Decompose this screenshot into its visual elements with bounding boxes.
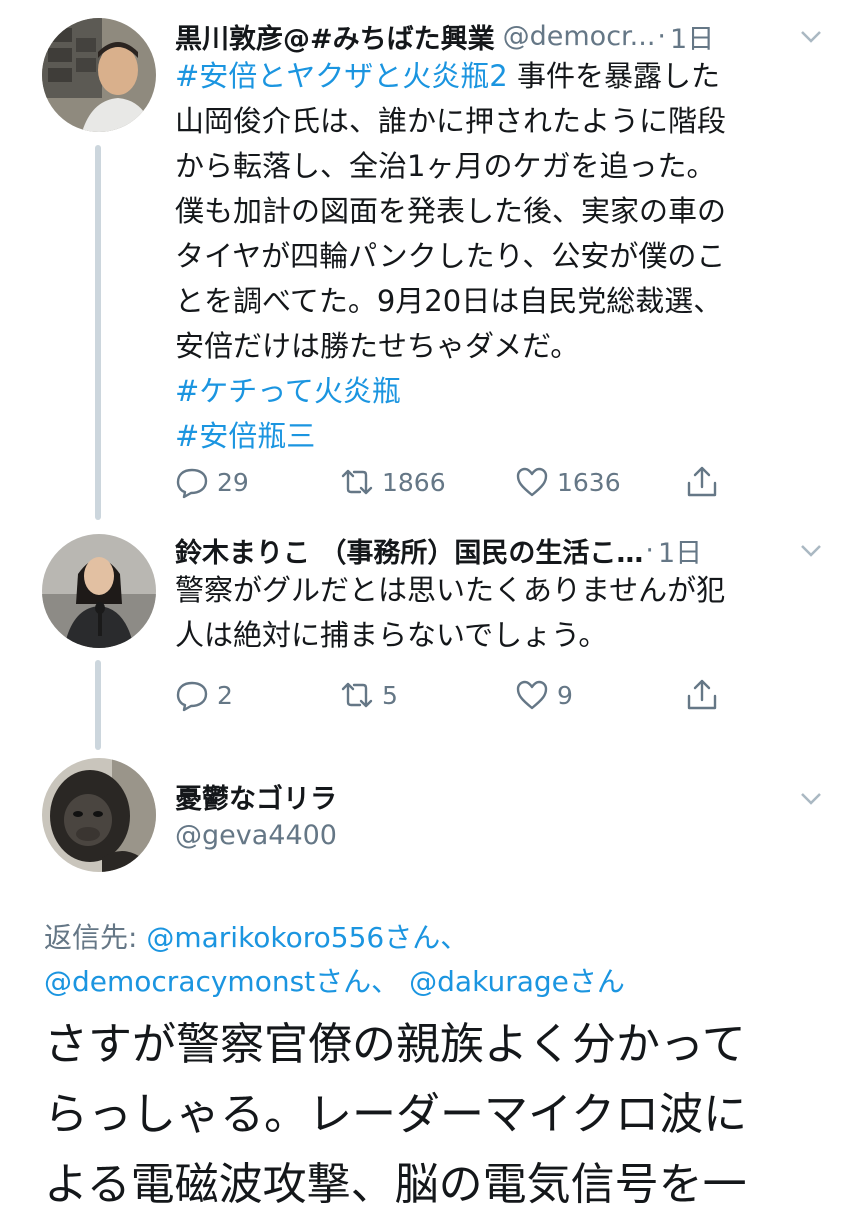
- text-line: から転落し、全治1ヶ月のケガを追った。: [175, 149, 716, 183]
- thread-line: [95, 145, 101, 520]
- text-segment: 事件を暴露した: [507, 59, 720, 93]
- hashtag-link[interactable]: #ケチって火炎瓶: [175, 374, 401, 408]
- main-tweet-text: さすが警察官僚の親族よく分かって らっしゃる。レーダーマイクロ波に よる電磁波攻…: [44, 1010, 747, 1220]
- reply-count: 29: [217, 467, 249, 497]
- reply-to-user-link[interactable]: @marikokoro556さん、: [146, 921, 468, 954]
- text-line: とを調べてた。9月20日は自民党総裁選、: [175, 284, 723, 318]
- separator-dot: ·: [645, 534, 654, 566]
- chevron-down-icon[interactable]: [800, 544, 822, 558]
- display-name[interactable]: 憂鬱なゴリラ: [175, 777, 337, 816]
- retweet-count: 1866: [382, 467, 446, 497]
- like-count: 9: [557, 680, 573, 710]
- display-name[interactable]: 鈴木まりこ （事務所）国民の生活こ…: [175, 531, 643, 570]
- text-line: 警察がグルだとは思いたくありませんが犯: [175, 573, 726, 607]
- text-line: 僕も加計の図面を発表した後、実家の車の: [175, 194, 727, 228]
- avatar[interactable]: [42, 534, 156, 648]
- user-handle-row: @geva4400: [175, 815, 832, 855]
- like-icon: [516, 467, 548, 497]
- user-name-row: 憂鬱なゴリラ: [175, 776, 832, 816]
- retweet-count: 5: [382, 680, 398, 710]
- avatar-photo: [42, 18, 156, 132]
- tweet-text: #安倍とヤクザと火炎瓶2 事件を暴露した 山岡俊介氏は、誰かに押されたように階段…: [175, 54, 822, 459]
- reply-button[interactable]: 2: [175, 678, 233, 712]
- thread-line: [95, 660, 101, 750]
- text-line: らっしゃる。レーダーマイクロ波に: [44, 1089, 748, 1140]
- avatar[interactable]: [42, 758, 156, 872]
- tweet-header: 鈴木まりこ （事務所）国民の生活こ… · 1日: [175, 530, 832, 570]
- tweet-header: 黒川敦彦@#みちばた興業 @democr... · 1日: [175, 16, 832, 56]
- timestamp[interactable]: 1日: [658, 531, 702, 570]
- chevron-down-icon[interactable]: [800, 792, 822, 806]
- tweet-text: 警察がグルだとは思いたくありませんが犯 人は絶対に捕まらないでしょう。: [175, 568, 822, 658]
- reply-icon: [176, 468, 208, 499]
- user-handle[interactable]: @geva4400: [175, 820, 337, 851]
- like-icon: [516, 680, 548, 710]
- share-icon: [687, 679, 717, 710]
- reply-to-user-link[interactable]: @dakurageさん: [409, 965, 625, 998]
- hashtag-link[interactable]: #安倍とヤクザと火炎瓶2: [175, 59, 508, 93]
- reply-count: 2: [217, 680, 233, 710]
- reply-icon: [176, 681, 208, 712]
- tweet-actions: 2 5 9: [175, 678, 735, 718]
- like-button[interactable]: 1636: [515, 465, 621, 499]
- hashtag-link[interactable]: #安倍瓶三: [175, 419, 315, 453]
- retweet-icon: [341, 469, 373, 495]
- retweet-button[interactable]: 1866: [340, 465, 446, 499]
- retweet-icon: [341, 682, 373, 708]
- chevron-down-icon[interactable]: [800, 30, 822, 44]
- share-button[interactable]: [685, 678, 727, 712]
- text-line: 人は絶対に捕まらないでしょう。: [175, 618, 608, 652]
- separator-dot: ·: [657, 20, 667, 52]
- share-icon: [687, 466, 717, 497]
- timestamp[interactable]: 1日: [670, 17, 714, 56]
- reply-to-context: 返信先: @marikokoro556さん、 @democracymonstさん…: [44, 916, 625, 1004]
- retweet-button[interactable]: 5: [340, 678, 398, 712]
- tweet-actions: 29 1866 1636: [175, 465, 735, 505]
- user-handle[interactable]: @democr...: [503, 21, 656, 52]
- like-button[interactable]: 9: [515, 678, 573, 712]
- avatar[interactable]: [42, 18, 156, 132]
- text-line: タイヤが四輪パンクしたり、公安が僕のこ: [175, 239, 726, 273]
- reply-button[interactable]: 29: [175, 465, 249, 499]
- text-line: さすが警察官僚の親族よく分かって: [44, 1019, 746, 1070]
- reply-to-label: 返信先:: [44, 921, 147, 954]
- share-button[interactable]: [685, 465, 727, 499]
- avatar-photo: [42, 758, 156, 872]
- text-line: 山岡俊介氏は、誰かに押されたように階段: [175, 104, 727, 138]
- text-line: 安倍だけは勝たせちゃダメだ。: [175, 329, 580, 363]
- display-name[interactable]: 黒川敦彦@#みちばた興業: [175, 17, 495, 56]
- reply-to-user-link[interactable]: @democracymonstさん、: [44, 965, 399, 998]
- like-count: 1636: [557, 467, 621, 497]
- text-line: よる電磁波攻撃、脳の電気信号を一: [44, 1159, 747, 1210]
- avatar-photo: [42, 534, 156, 648]
